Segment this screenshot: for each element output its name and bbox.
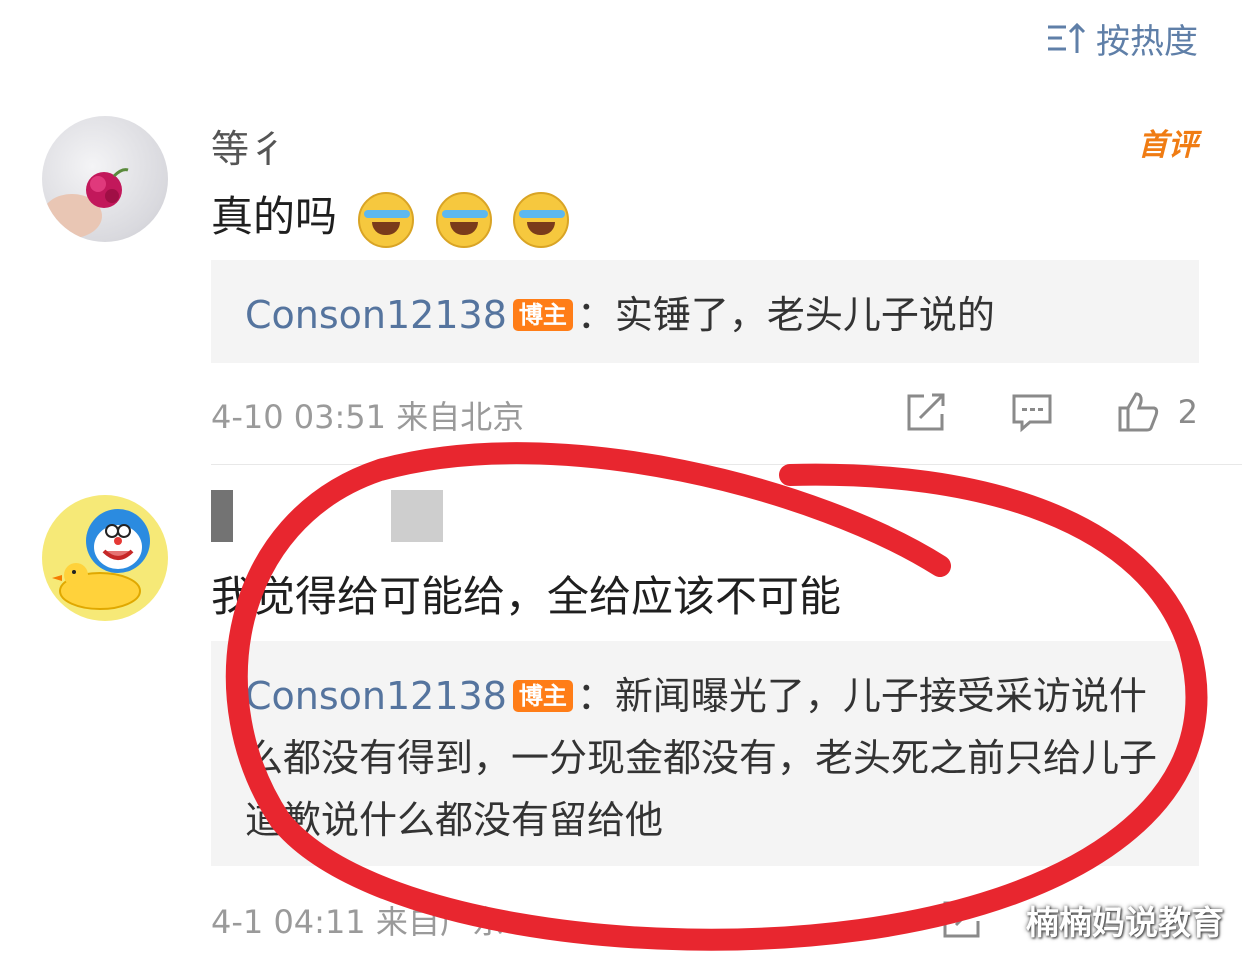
comment-body: 真的吗 (211, 192, 338, 241)
like-count: 2 (1177, 393, 1198, 431)
avatar[interactable] (42, 495, 168, 621)
first-comment-badge: 首评 (1138, 128, 1198, 163)
comment-body: 我觉得给可能给，全给应该不可能 (211, 572, 842, 621)
sort-icon (1048, 22, 1086, 53)
reply-text: ：实锤了，老头儿子说的 (576, 293, 995, 337)
sort-by-popularity[interactable]: 按热度 (1046, 14, 1198, 63)
laugh-cry-emoji-icon (358, 191, 415, 248)
share-icon[interactable] (940, 897, 984, 941)
reply-box[interactable]: Conson12138 博主 ：新闻曝光了，儿子接受采访说什么都没有得到，一分现金都… (211, 641, 1199, 866)
comment-username[interactable]: 等彳 (211, 118, 287, 173)
avatar[interactable] (42, 116, 168, 242)
comment-meta: 4-10 03:51 来自北京 (211, 398, 525, 436)
comment-text: 真的吗 (211, 183, 570, 248)
reply-author[interactable]: Conson12138 (245, 674, 507, 718)
laugh-cry-emoji-icon (513, 191, 570, 248)
blogger-badge: 博主 (512, 679, 573, 712)
laugh-cry-emoji-icon (435, 191, 492, 248)
comment-username[interactable] (211, 490, 471, 542)
divider (211, 464, 1242, 465)
thumbs-up-icon (1118, 392, 1158, 432)
flower-icon (42, 168, 129, 238)
share-icon[interactable] (904, 390, 948, 434)
comment-meta: 4-1 04:11 来自广东 (211, 903, 504, 941)
comment-actions (940, 897, 984, 941)
like-button[interactable]: 2 (1116, 390, 1198, 434)
comment-icon[interactable] (1010, 390, 1054, 434)
reply-box[interactable]: Conson12138 博主 ：实锤了，老头儿子说的 (211, 260, 1199, 363)
comment-actions: 2 (904, 390, 1198, 434)
blogger-badge: 博主 (512, 298, 573, 331)
watermark: 楠楠妈说教育 (1026, 903, 1224, 942)
sort-label: 按热度 (1096, 22, 1198, 62)
reply-author[interactable]: Conson12138 (245, 293, 507, 337)
doraemon-duck-icon (52, 509, 150, 610)
